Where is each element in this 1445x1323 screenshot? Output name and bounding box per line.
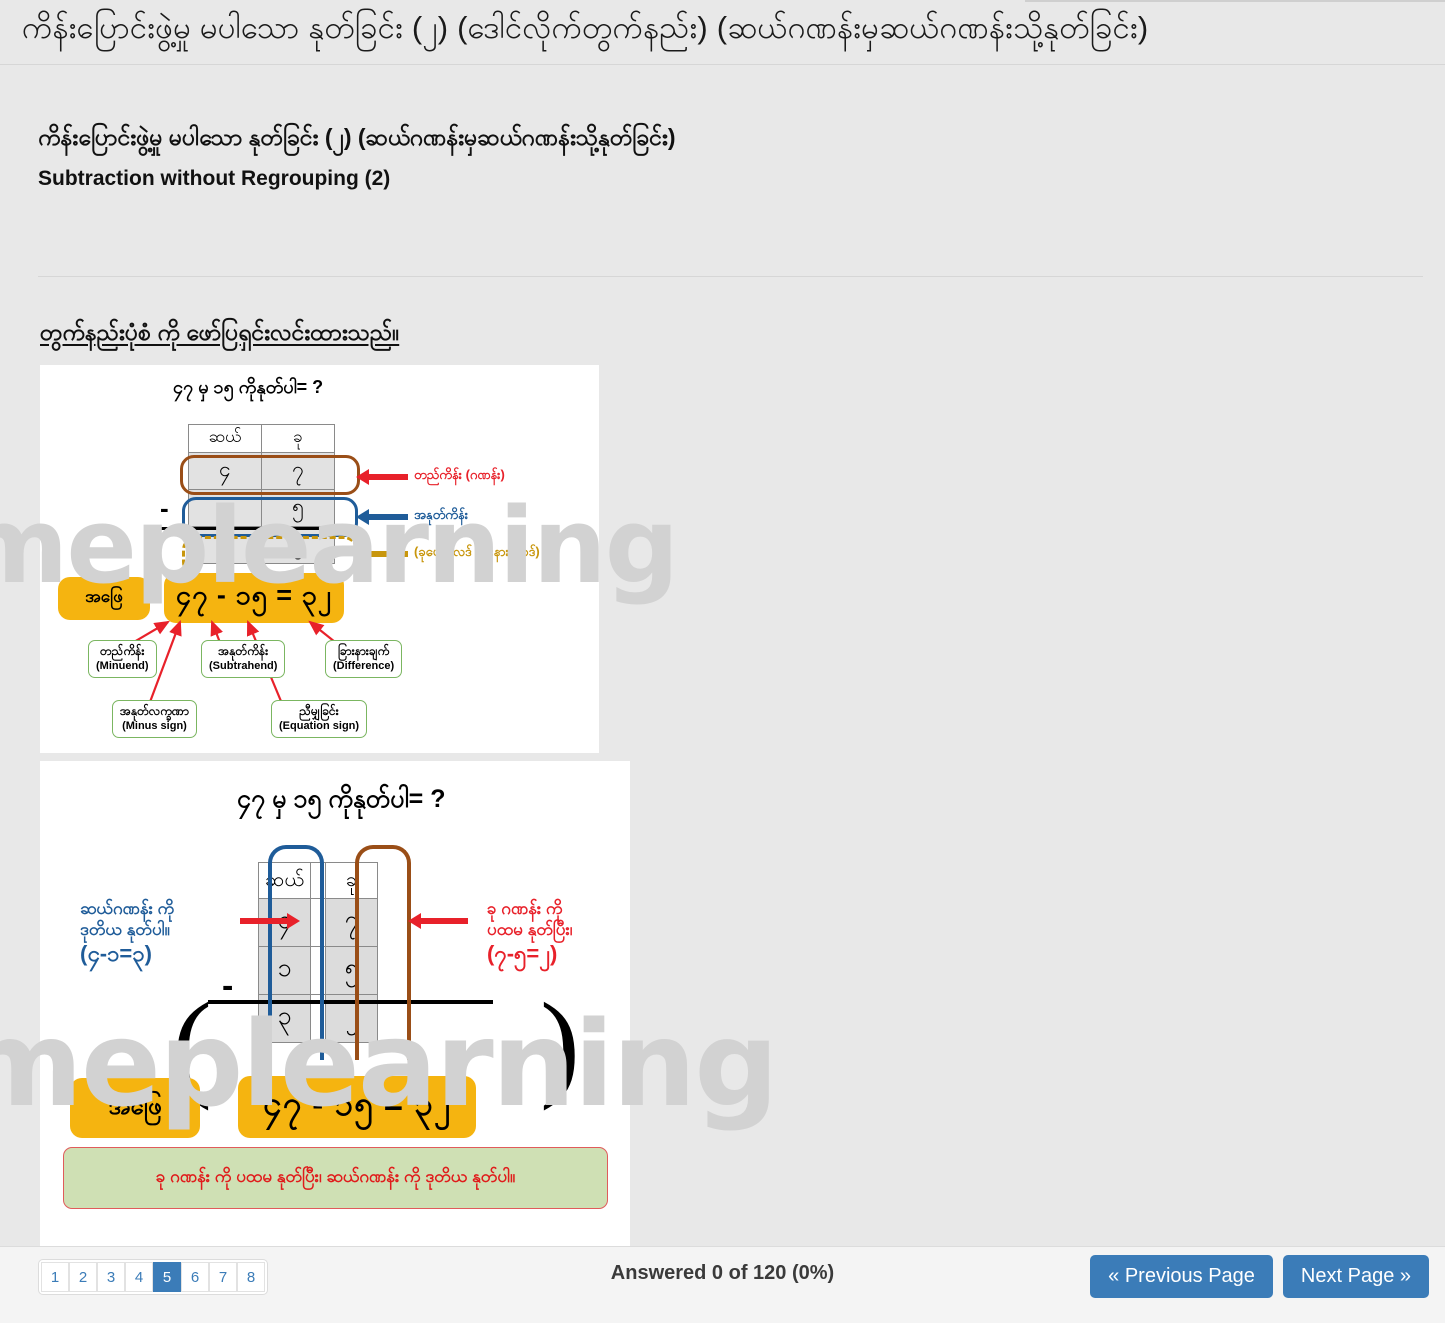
- callout-minuend: တည်ကိန်း (Minuend): [88, 640, 157, 678]
- watermark-figure2: meplearning: [0, 995, 779, 1133]
- callout-difference-my: ခြားနားချက်: [337, 644, 390, 658]
- question-title-my: ကိန်းပြောင်းဖွဲ့မှု မပါသော နုတ်ခြင်း (၂)…: [38, 124, 676, 150]
- previous-page-button[interactable]: « Previous Page: [1090, 1255, 1273, 1298]
- callout-equation-sign-my: ညီမျှခြင်း: [299, 704, 339, 718]
- callout-subtrahend-en: (Subtrahend): [209, 660, 278, 672]
- figure2-note-right-equation: (၇-၅=၂): [487, 941, 558, 966]
- figure2-right-arrow-icon: [408, 913, 468, 929]
- callout-equation-sign: ညီမျှခြင်း (Equation sign): [271, 700, 368, 738]
- question-divider: [38, 276, 1423, 277]
- header-top-rule: [1025, 0, 1445, 2]
- figure1-minuend-label: တည်ကိန်း (ဂဏန်း): [414, 467, 505, 482]
- callout-subtrahend: အနုတ်ကိန်း (Subtrahend): [201, 640, 286, 678]
- figure2-summary-banner: ခု ဂဏန်း ကို ပထမ နုတ်ပြီး၊ ဆယ်ဂဏန်း ကို …: [63, 1147, 608, 1209]
- question-block: ကိန်းပြောင်းဖွဲ့မှု မပါသော နုတ်ခြင်း (၂)…: [22, 118, 1423, 277]
- callout-subtrahend-my: အနုတ်ကိန်း: [218, 644, 269, 658]
- callout-equation-sign-en: (Equation sign): [279, 720, 360, 732]
- figure2-title: ၄၇ မှ ၁၅ ကိုနုတ်ပါ= ?: [237, 785, 446, 813]
- instruction-text: တွက်နည်းပုံစံ ကို ဖော်ပြရှင်းလင်းထားသည်။: [40, 319, 400, 345]
- callout-minus-sign-my: အနုတ်လက္ခဏာ: [120, 704, 189, 718]
- callout-difference-en: (Difference): [333, 660, 395, 672]
- figure1-header-tens: ဆယ်: [188, 424, 262, 453]
- callout-minus-sign: အနုတ်လက္ခဏာ (Minus sign): [112, 700, 197, 738]
- figure2-note-right-line1: ခု ဂဏန်း ကို: [487, 899, 563, 918]
- callout-difference: ခြားနားချက် (Difference): [325, 640, 403, 678]
- question-title-en: Subtraction without Regrouping (2): [38, 167, 391, 190]
- callout-minuend-en: (Minuend): [96, 660, 149, 672]
- figure2-note-left-line2: ဒုတိယ နုတ်ပါ။: [80, 920, 170, 939]
- figure2-left-arrow-icon: [240, 913, 300, 929]
- figure2-note-right-line2: ပထမ နုတ်ပြီး၊: [487, 920, 573, 939]
- figure1-header-ones: ခု: [261, 424, 335, 453]
- page-title: ကိန်းပြောင်းဖွဲ့မှု မပါသော နုတ်ခြင်း (၂)…: [22, 10, 1149, 45]
- figure2-note-left-equation: (၄-၁=၃): [80, 941, 152, 966]
- figure2-note-right: ခု ဂဏန်း ကို ပထမ နုတ်ပြီး၊ (၇-၅=၂): [487, 898, 573, 966]
- figure1-title: ၄၇ မှ ၁၅ ကိုနုတ်ပါ= ?: [173, 377, 324, 397]
- figure2-note-left-line1: ဆယ်ဂဏန်း ကို: [80, 899, 175, 918]
- next-page-button[interactable]: Next Page »: [1282, 1255, 1429, 1298]
- callout-minus-sign-en: (Minus sign): [122, 720, 187, 732]
- callout-minuend-my: တည်ကိန်း: [100, 644, 145, 658]
- quiz-header: ကိန်းပြောင်းဖွဲ့မှု မပါသော နုတ်ခြင်း (၂)…: [0, 0, 1445, 65]
- figure2-note-left: ဆယ်ဂဏန်း ကို ဒုတိယ နုတ်ပါ။ (၄-၁=၃): [80, 898, 175, 966]
- watermark-figure1: meplearning: [0, 485, 679, 607]
- nav-buttons: « Previous Page Next Page »: [1090, 1255, 1429, 1298]
- figure1-minuend-arrow-icon: [356, 469, 408, 485]
- table-row: ဆယ် ခု: [188, 424, 335, 453]
- quiz-page: ကိန်းပြောင်းဖွဲ့မှု မပါသော နုတ်ခြင်း (၂)…: [0, 0, 1445, 1323]
